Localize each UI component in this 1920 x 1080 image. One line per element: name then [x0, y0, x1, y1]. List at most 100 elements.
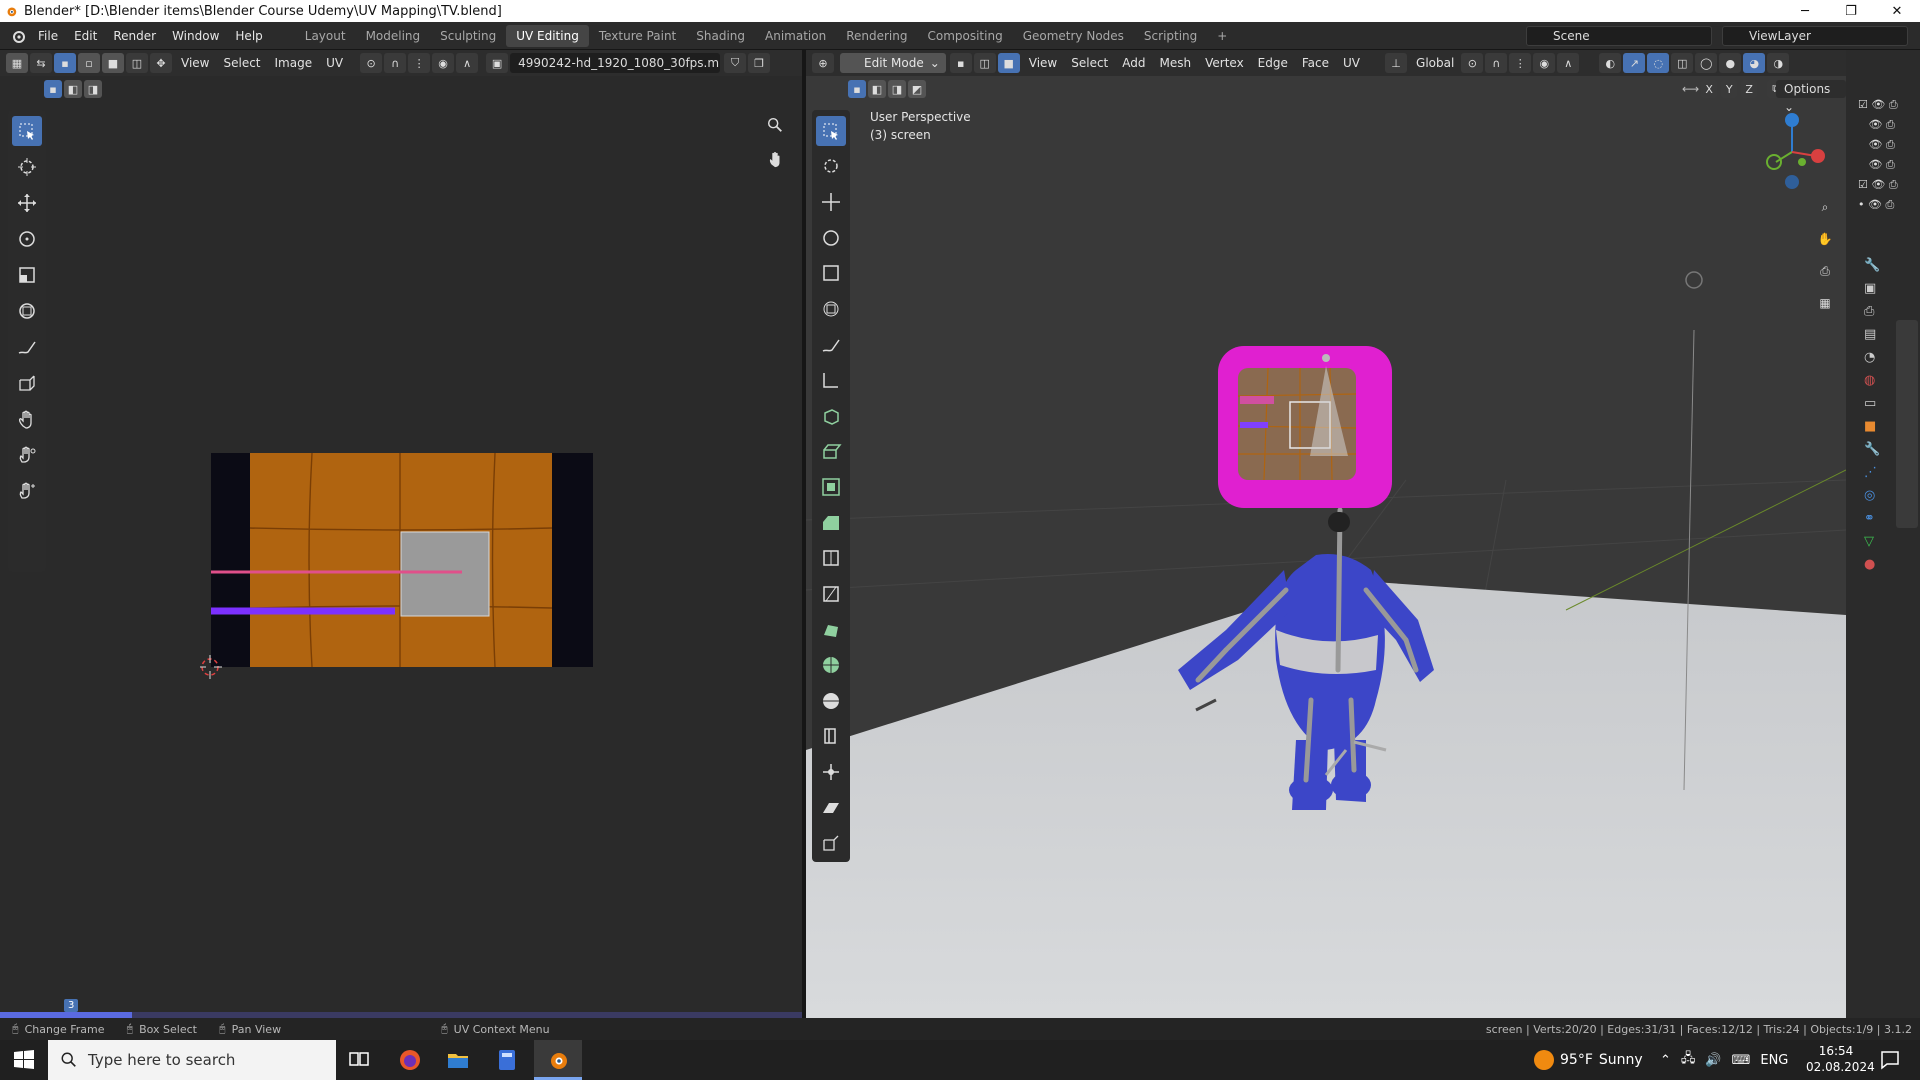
mirror-y-toggle[interactable]: Y	[1721, 80, 1738, 98]
network-icon[interactable]: 🖧	[1681, 1049, 1696, 1071]
viewport-editor-type-icon[interactable]: ⊕	[812, 53, 834, 73]
camera-view-icon[interactable]: ⎙	[1812, 258, 1838, 284]
tab-shading[interactable]: Shading	[686, 25, 755, 47]
wireframe-shading-icon[interactable]: ◯	[1695, 53, 1718, 73]
extrude-tool[interactable]	[816, 437, 846, 467]
uv-menu-image[interactable]: Image	[268, 56, 320, 70]
close-button[interactable]: ✕	[1874, 0, 1920, 22]
vertex-select-icon[interactable]: ▪	[54, 53, 76, 73]
output-props-icon[interactable]: ⎙	[1864, 304, 1880, 319]
scale-tool[interactable]	[12, 260, 42, 290]
mirror-x-toggle[interactable]: X	[1701, 80, 1718, 98]
vp-set-selection-icon[interactable]: ▪	[848, 80, 866, 98]
outliner-row[interactable]: • 👁 ⎙	[1858, 198, 1918, 218]
orientation-dropdown[interactable]: Global	[1409, 56, 1461, 70]
vp-menu-vertex[interactable]: Vertex	[1198, 56, 1251, 70]
uv-menu-view[interactable]: View	[174, 56, 216, 70]
xray-icon[interactable]: ◫	[1671, 53, 1694, 73]
vp-cursor-tool[interactable]	[816, 152, 846, 182]
taskbar-search[interactable]: Type here to search	[48, 1040, 336, 1080]
outliner-row[interactable]: 👁 ⎙	[1858, 118, 1918, 138]
set-selection-icon[interactable]: ▪	[44, 80, 62, 98]
restore-button[interactable]: ❐	[1828, 0, 1874, 22]
falloff-icon[interactable]: ∧	[456, 53, 479, 73]
vp-snap-target-icon[interactable]: ⋮	[1509, 53, 1532, 73]
snap-target-icon[interactable]: ⋮	[408, 53, 431, 73]
sticky-select-icon[interactable]: ✥	[150, 53, 172, 73]
inset-tool[interactable]	[816, 472, 846, 502]
tab-animation[interactable]: Animation	[755, 25, 836, 47]
viewport-zoom-icon[interactable]: ⌕	[1812, 194, 1838, 220]
world-props-icon[interactable]: ◍	[1864, 373, 1880, 388]
vp-menu-add[interactable]: Add	[1115, 56, 1152, 70]
outliner-row[interactable]: ☑ 👁 ⎙	[1858, 178, 1918, 198]
calculator-icon[interactable]	[495, 1048, 519, 1072]
rip-region-tool[interactable]	[816, 829, 846, 859]
image-browse-icon[interactable]: ▣	[486, 53, 509, 73]
clock[interactable]: 16:54 02.08.2024	[1806, 1043, 1875, 1075]
face-mode-icon[interactable]: ■	[997, 53, 1020, 73]
pinch-tool[interactable]	[12, 476, 42, 506]
vp-select-box-tool[interactable]	[816, 116, 846, 146]
orientation-icon[interactable]: ⊥	[1385, 53, 1408, 73]
poly-build-tool[interactable]	[816, 615, 846, 645]
mode-dropdown[interactable]: Edit Mode ⌄	[840, 53, 946, 73]
relax-tool[interactable]	[12, 440, 42, 470]
blender-taskbar-item[interactable]	[534, 1040, 582, 1080]
menu-render[interactable]: Render	[105, 25, 164, 47]
knife-tool[interactable]	[816, 579, 846, 609]
vertex-mode-icon[interactable]: ▪	[949, 53, 972, 73]
rip-tool[interactable]	[12, 368, 42, 398]
image-name-field[interactable]: 4990242-hd_1920_1080_30fps.mp4	[510, 53, 721, 73]
object-props-icon[interactable]: ■	[1864, 419, 1880, 434]
outliner-row[interactable]: ☑ 👁 ⎙	[1858, 98, 1918, 118]
uv-zoom-icon[interactable]	[762, 112, 788, 138]
scene-props-icon[interactable]: ◔	[1864, 350, 1880, 365]
select-box-tool[interactable]	[12, 116, 42, 146]
edge-slide-tool[interactable]	[816, 722, 846, 752]
move-tool[interactable]	[12, 188, 42, 218]
loop-cut-tool[interactable]	[816, 544, 846, 574]
add-workspace-button[interactable]: +	[1207, 25, 1237, 47]
viewport-pan-icon[interactable]: ✋	[1812, 226, 1838, 252]
menu-file[interactable]: File	[30, 25, 66, 47]
data-props-icon[interactable]: ▽	[1864, 534, 1880, 549]
outliner-row[interactable]: 👁 ⎙	[1858, 138, 1918, 158]
grab-tool[interactable]	[12, 404, 42, 434]
tab-compositing[interactable]: Compositing	[917, 25, 1012, 47]
navigation-gizmo[interactable]	[1752, 110, 1832, 190]
visibility-icon[interactable]: ◐	[1599, 53, 1622, 73]
rendered-shading-icon[interactable]: ◑	[1767, 53, 1790, 73]
gizmo-toggle-icon[interactable]: ↗	[1623, 53, 1646, 73]
menu-edit[interactable]: Edit	[66, 25, 105, 47]
uv-image-canvas[interactable]	[200, 450, 600, 720]
vp-transform-tool[interactable]	[816, 294, 846, 324]
shear-tool[interactable]	[816, 793, 846, 823]
snap-icon[interactable]: ∩	[384, 53, 407, 73]
vp-menu-mesh[interactable]: Mesh	[1153, 56, 1199, 70]
keyboard-icon[interactable]: ⌨	[1732, 1053, 1751, 1068]
vp-menu-uv[interactable]: UV	[1336, 56, 1367, 70]
minimize-button[interactable]: ─	[1782, 0, 1828, 22]
solid-shading-icon[interactable]: ●	[1719, 53, 1742, 73]
vp-measure-tool[interactable]	[816, 365, 846, 395]
vp-proportional-icon[interactable]: ◉	[1533, 53, 1556, 73]
proportional-edit-icon[interactable]: ◉	[432, 53, 455, 73]
uv-menu-select[interactable]: Select	[216, 56, 267, 70]
shrink-fatten-tool[interactable]	[816, 757, 846, 787]
edge-select-icon[interactable]: ▫	[78, 53, 100, 73]
3d-viewport[interactable]: ⊕ Edit Mode ⌄ ▪ ◫ ■ View Select Add Mesh…	[806, 50, 1846, 1018]
render-props-icon[interactable]: ▣	[1864, 281, 1880, 296]
viewlayer-selector[interactable]: ViewLayer	[1722, 26, 1908, 46]
pivot-icon[interactable]: ⊙	[360, 53, 383, 73]
frame-indicator[interactable]: 3	[64, 999, 79, 1012]
blender-menu-icon[interactable]	[10, 28, 26, 44]
language-indicator[interactable]: ENG	[1760, 1053, 1788, 1068]
vp-menu-view[interactable]: View	[1022, 56, 1064, 70]
edge-mode-icon[interactable]: ◫	[973, 53, 996, 73]
particles-props-icon[interactable]: ⋰	[1864, 465, 1880, 480]
vp-annotate-tool[interactable]	[816, 330, 846, 360]
properties-scrollbar[interactable]	[1896, 320, 1918, 528]
vp-invert-selection-icon[interactable]: ◩	[908, 80, 926, 98]
vp-falloff-icon[interactable]: ∧	[1557, 53, 1580, 73]
